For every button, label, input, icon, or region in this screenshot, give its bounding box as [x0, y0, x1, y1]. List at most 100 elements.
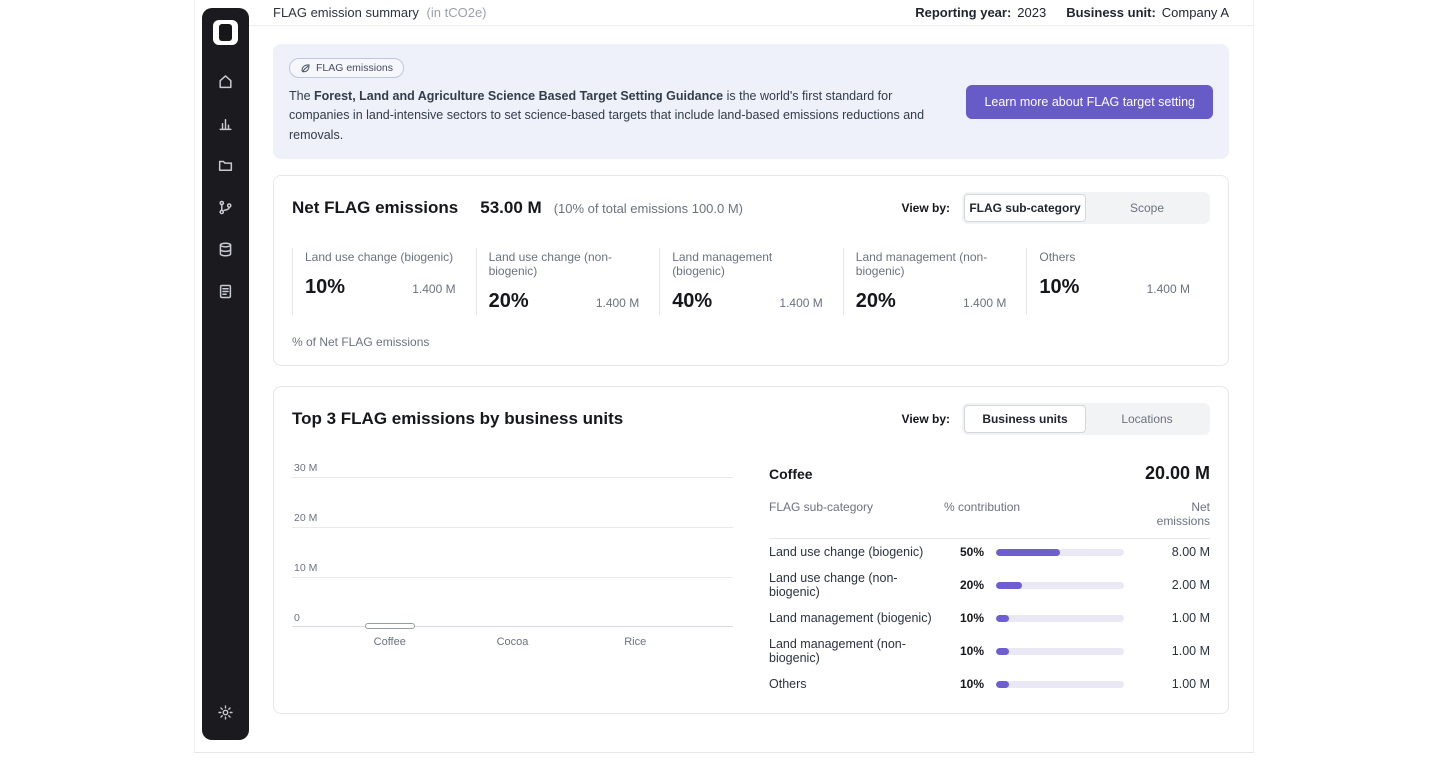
contribution-bar-fill — [996, 681, 1009, 688]
bar-chart-icon — [217, 115, 234, 132]
learn-more-button[interactable]: Learn more about FLAG target setting — [966, 85, 1213, 119]
reporting-year: Reporting year: 2023 — [915, 5, 1046, 20]
view-by-label: View by: — [902, 412, 950, 426]
reporting-year-value: 2023 — [1017, 5, 1046, 20]
chart-x-labels: Coffee Cocoa Rice — [292, 636, 733, 648]
business-unit-detail: Coffee 20.00 M FLAG sub-category % contr… — [769, 463, 1210, 697]
x-label-cocoa: Cocoa — [488, 636, 538, 648]
stat-land-management-non-biogenic: Land management (non-biogenic) 20%1.400 … — [843, 248, 1027, 315]
col-contribution: % contribution — [944, 500, 1124, 528]
contribution-bar — [996, 549, 1124, 556]
business-unit-label: Business unit: — [1066, 5, 1156, 20]
top3-card-header: Top 3 FLAG emissions by business units V… — [292, 403, 1210, 435]
contribution-bar-fill — [996, 615, 1009, 622]
header-meta: Reporting year: 2023 Business unit: Comp… — [915, 5, 1229, 20]
top3-title: Top 3 FLAG emissions by business units — [292, 409, 623, 429]
net-flag-card: Net FLAG emissions 53.00 M (10% of total… — [273, 175, 1229, 366]
top3-card: Top 3 FLAG emissions by business units V… — [273, 386, 1229, 714]
bar-box[interactable] — [610, 623, 660, 629]
net-flag-title: Net FLAG emissions — [292, 198, 458, 218]
stat-value: 1.400 M — [1147, 282, 1190, 299]
business-unit-value: Company A — [1162, 5, 1229, 20]
bar-chart: 30 M 20 M 10 M 0 Coffee — [292, 463, 733, 697]
toggle-scope[interactable]: Scope — [1086, 194, 1208, 222]
col-flag-sub-category: FLAG sub-category — [769, 500, 932, 528]
flag-emissions-badge: FLAG emissions — [289, 58, 404, 78]
stat-land-management-biogenic: Land management (biogenic) 40%1.400 M — [659, 248, 843, 315]
table-row: Land use change (biogenic) 50% 8.00 M — [769, 539, 1210, 565]
report-icon — [217, 283, 234, 300]
stat-percent: 40% — [672, 290, 712, 313]
sidebar-item-workflows[interactable] — [212, 193, 240, 221]
bar-box[interactable] — [365, 623, 415, 629]
folder-icon — [217, 157, 234, 174]
detail-name: Coffee — [769, 466, 813, 482]
table-row: Others 10% 1.00 M — [769, 671, 1210, 697]
banner-content: FLAG emissions The Forest, Land and Agri… — [289, 58, 942, 145]
y-tick: 30 M — [294, 462, 317, 474]
sidebar-nav — [212, 67, 240, 305]
banner-text-bold: Forest, Land and Agriculture Science Bas… — [314, 89, 723, 103]
badge-label: FLAG emissions — [316, 62, 393, 74]
toggle-flag-sub-category[interactable]: FLAG sub-category — [964, 194, 1086, 222]
page-title: FLAG emission summary (in tCO2e) — [273, 5, 487, 20]
contribution-bar-fill — [996, 648, 1009, 655]
page-title-unit: (in tCO2e) — [427, 5, 487, 20]
business-unit: Business unit: Company A — [1066, 5, 1229, 20]
contribution-bar-fill — [996, 582, 1022, 589]
stat-value: 1.400 M — [596, 296, 639, 313]
page-title-text: FLAG emission summary — [273, 5, 419, 20]
contribution-bar — [996, 615, 1124, 622]
net-flag-view-toggle: FLAG sub-category Scope — [962, 192, 1210, 224]
stat-value: 1.400 M — [779, 296, 822, 313]
toggle-business-units[interactable]: Business units — [964, 405, 1086, 433]
contribution-bar — [996, 582, 1124, 589]
bar-box[interactable] — [488, 623, 538, 629]
sidebar-item-analytics[interactable] — [212, 109, 240, 137]
net-flag-card-header: Net FLAG emissions 53.00 M (10% of total… — [292, 192, 1210, 224]
sidebar-item-home[interactable] — [212, 67, 240, 95]
contribution-bar — [996, 648, 1124, 655]
settings-gear-icon — [217, 704, 234, 721]
net-flag-stats: Land use change (biogenic) 10%1.400 M La… — [292, 248, 1210, 315]
table-row: Land management (non-biogenic) 10% 1.00 … — [769, 631, 1210, 671]
net-flag-note: (10% of total emissions 100.0 M) — [554, 201, 743, 216]
detail-table-header: FLAG sub-category % contribution Net emi… — [769, 500, 1210, 539]
contribution-bar-fill — [996, 549, 1060, 556]
main-panel: FLAG emissions The Forest, Land and Agri… — [249, 26, 1253, 752]
sidebar-item-reports[interactable] — [212, 277, 240, 305]
sidebar-item-projects[interactable] — [212, 151, 240, 179]
stat-percent: 10% — [305, 276, 345, 299]
content-area: FLAG emission summary (in tCO2e) Reporti… — [249, 0, 1253, 752]
leaf-icon — [300, 63, 311, 74]
git-branch-icon — [217, 199, 234, 216]
sidebar — [202, 8, 249, 740]
chart-plot: 30 M 20 M 10 M 0 — [292, 477, 733, 627]
stat-percent: 20% — [856, 290, 896, 313]
stat-value: 1.400 M — [412, 282, 455, 299]
app-window: FLAG emission summary (in tCO2e) Reporti… — [194, 0, 1254, 753]
app-logo[interactable] — [213, 20, 238, 45]
reporting-year-label: Reporting year: — [915, 5, 1011, 20]
banner-text: The Forest, Land and Agriculture Science… — [289, 87, 942, 145]
col-net-emissions: Net emissions — [1136, 500, 1210, 528]
x-label-rice: Rice — [610, 636, 660, 648]
table-row: Land use change (non-biogenic) 20% 2.00 … — [769, 565, 1210, 605]
page-header: FLAG emission summary (in tCO2e) Reporti… — [249, 0, 1253, 26]
top3-body: 30 M 20 M 10 M 0 Coffee — [292, 463, 1210, 697]
detail-total: 20.00 M — [1145, 463, 1210, 484]
toggle-locations[interactable]: Locations — [1086, 405, 1208, 433]
stat-land-use-change-non-biogenic: Land use change (non-biogenic) 20%1.400 … — [476, 248, 660, 315]
contribution-bar — [996, 681, 1124, 688]
detail-header: Coffee 20.00 M — [769, 463, 1210, 484]
sidebar-item-settings[interactable] — [212, 698, 240, 726]
home-icon — [217, 73, 234, 90]
net-flag-value: 53.00 M — [480, 198, 541, 218]
stat-percent: 20% — [489, 290, 529, 313]
net-flag-footnote: % of Net FLAG emissions — [292, 335, 1210, 349]
stat-value: 1.400 M — [963, 296, 1006, 313]
logo-mark-icon — [219, 24, 232, 41]
database-icon — [217, 241, 234, 258]
sidebar-item-data[interactable] — [212, 235, 240, 263]
stat-land-use-change-biogenic: Land use change (biogenic) 10%1.400 M — [292, 248, 476, 315]
